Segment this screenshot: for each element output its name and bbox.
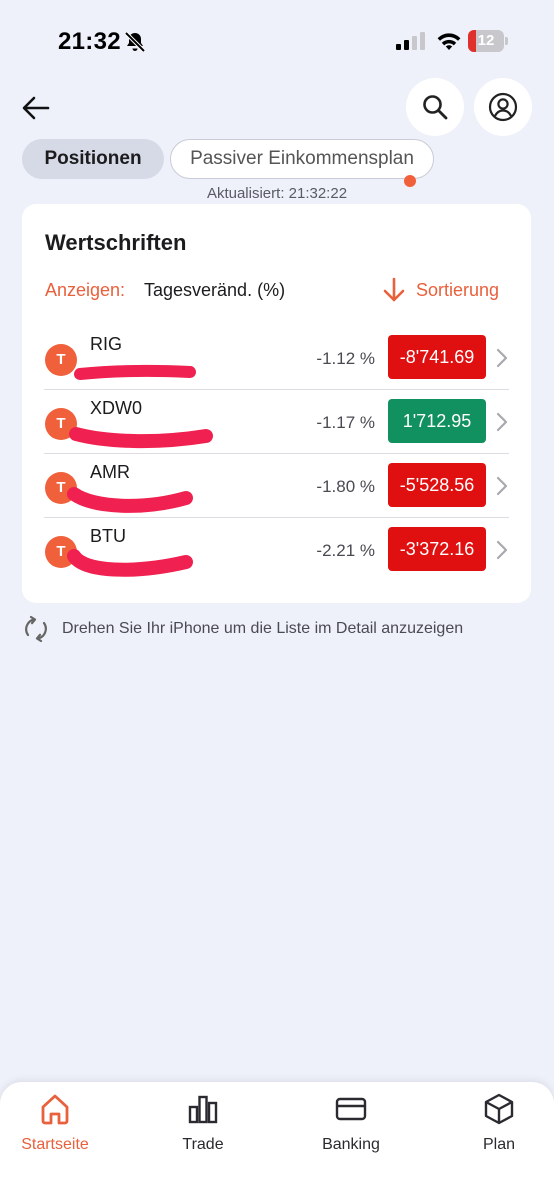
tab-passiver-einkommensplan[interactable]: Passiver Einkommensplan	[170, 139, 434, 179]
back-button[interactable]	[18, 90, 54, 126]
nav-item-banking[interactable]: Banking	[296, 1092, 406, 1172]
position-change-pct: -2.21 %	[316, 541, 375, 560]
status-bar: 21:32 12	[0, 0, 554, 80]
nav-item-plan[interactable]: Plan	[444, 1092, 554, 1172]
sort-label: Sortierung	[416, 279, 500, 300]
position-row[interactable]: T AMR -1.80 % -5'528.56	[22, 454, 531, 518]
cube-icon	[484, 1093, 514, 1125]
redaction-mark	[74, 364, 196, 380]
search-icon	[423, 95, 448, 120]
redaction-mark	[69, 427, 213, 449]
nav-label: Startseite	[21, 1136, 89, 1153]
display-filter-value[interactable]: Tagesveränd. (%)	[144, 280, 285, 301]
position-row[interactable]: T BTU -2.21 % -3'372.16	[22, 518, 531, 582]
nav-item-startseite[interactable]: Startseite	[0, 1092, 110, 1172]
rotate-hint-text: Drehen Sie Ihr iPhone um die Liste im De…	[62, 620, 464, 637]
signal-icon	[396, 32, 425, 50]
nav-label: Banking	[322, 1136, 380, 1153]
position-change-pct: -1.80 %	[316, 477, 375, 496]
nav-label: Plan	[482, 1136, 516, 1153]
redaction-mark	[67, 549, 193, 577]
position-change-pct: -1.17 %	[316, 413, 375, 432]
arrow-down-icon	[383, 277, 405, 302]
position-value-badge: -5'528.56	[388, 463, 486, 507]
status-time: 21:32	[58, 28, 121, 55]
nav-label: Trade	[182, 1136, 224, 1153]
position-value-badge: -8'741.69	[388, 335, 486, 379]
chevron-right-icon	[496, 476, 508, 496]
position-change-pct: -1.12 %	[316, 349, 375, 368]
battery-level: 12	[477, 32, 495, 49]
redaction-mark	[67, 487, 193, 513]
position-value-badge: -3'372.16	[388, 527, 486, 571]
chevron-right-icon	[496, 412, 508, 432]
user-profile-icon	[488, 92, 518, 122]
bottom-navigation: Startseite Trade Banking Plan	[0, 1082, 554, 1200]
nav-item-trade[interactable]: Trade	[148, 1092, 258, 1172]
position-row[interactable]: T XDW0 -1.17 % 1'712.95	[22, 390, 531, 454]
card-icon	[335, 1097, 367, 1121]
card-title: Wertschriften	[45, 230, 187, 255]
chevron-right-icon	[496, 540, 508, 560]
display-filter-label[interactable]: Anzeigen:	[45, 280, 125, 301]
position-value-badge: 1'712.95	[388, 399, 486, 443]
chevron-right-icon	[496, 348, 508, 368]
tab-positionen[interactable]: Positionen	[22, 139, 164, 179]
securities-card: Wertschriften Anzeigen: Tagesveränd. (%)…	[22, 204, 531, 603]
battery-indicator: 12	[468, 30, 508, 52]
position-row[interactable]: T RIG -1.12 % -8'741.69	[22, 326, 531, 390]
search-button[interactable]	[406, 78, 464, 136]
rotate-hint: Drehen Sie Ihr iPhone um die Liste im De…	[22, 615, 463, 643]
sort-button[interactable]: Sortierung	[382, 276, 499, 304]
wifi-icon	[437, 33, 461, 50]
bell-muted-icon	[124, 31, 146, 53]
profile-button[interactable]	[474, 78, 532, 136]
bar-chart-icon	[188, 1095, 218, 1124]
home-icon	[41, 1094, 69, 1125]
rotate-icon	[25, 615, 47, 643]
last-updated-text: Aktualisiert: 21:32:22	[206, 185, 348, 202]
